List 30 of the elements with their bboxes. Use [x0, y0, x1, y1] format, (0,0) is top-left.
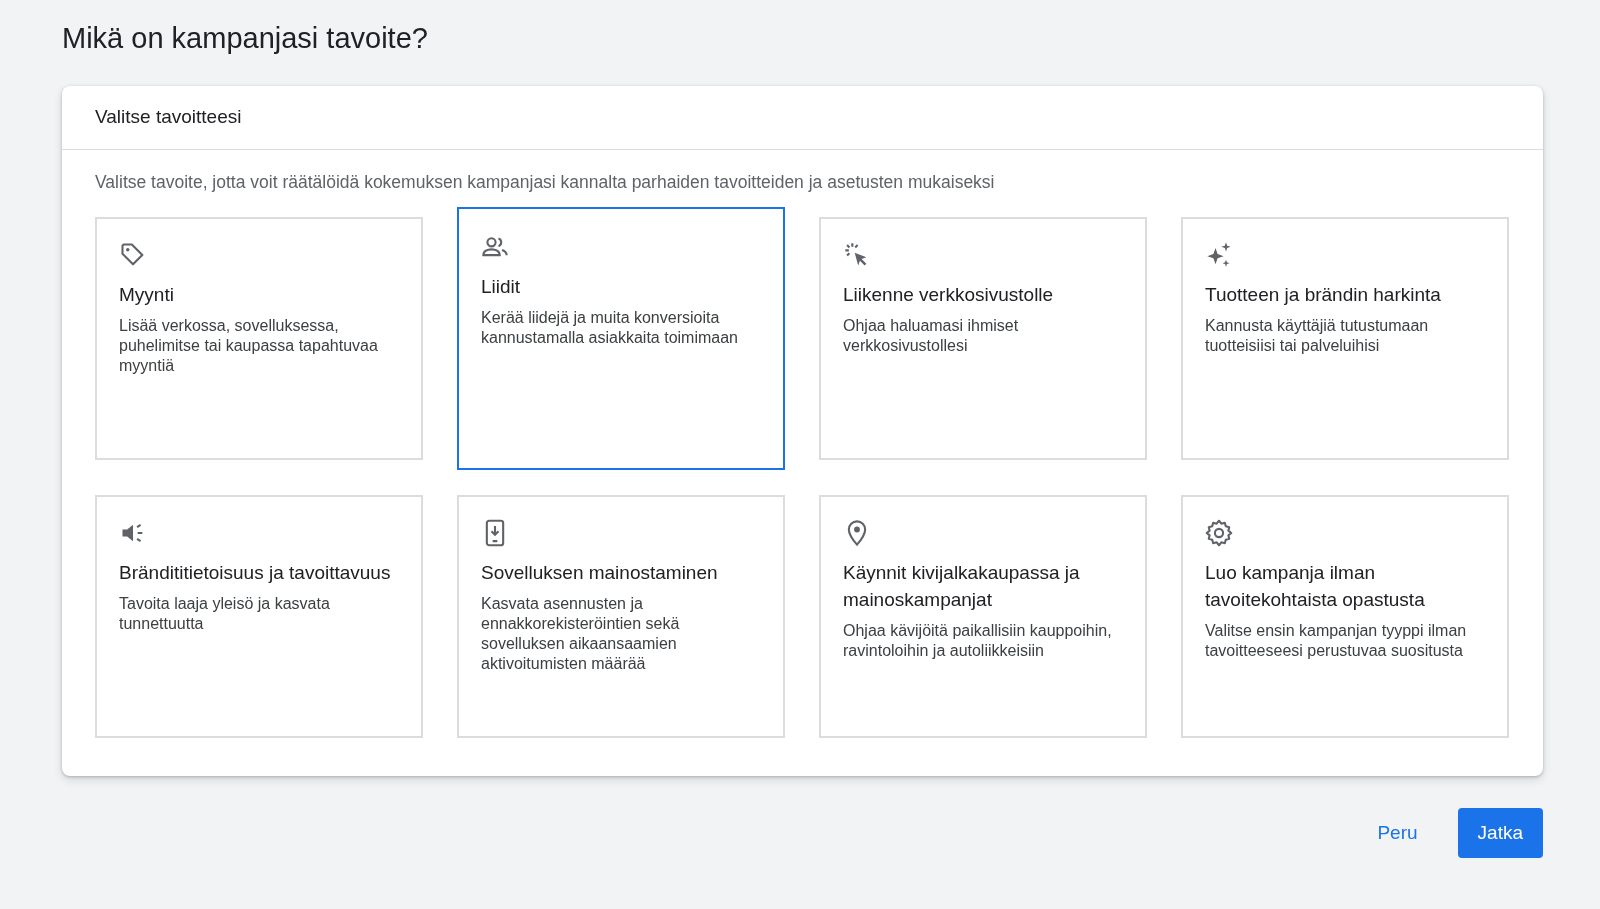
continue-button[interactable]: Jatka: [1457, 808, 1543, 858]
goal-description: Ohjaa kävijöitä paikallisiin kauppoihin, ravintoloihin ja autoliikkeisiin: [843, 621, 1113, 661]
goal-title: Liidit: [481, 275, 522, 299]
goal-description: Tavoita laaja yleisö ja kasvata tunnettuutta: [119, 594, 331, 634]
goal-title: Käynnit kivijalkakaupassa ja mainoskampanjat: [843, 561, 1081, 612]
goal-title: Brändititietoisuus ja tavoittavuus: [119, 561, 392, 585]
goal-title: Liikenne verkkosivustolle: [843, 283, 1055, 307]
cancel-button[interactable]: Peru: [1361, 812, 1434, 854]
goal-card[interactable]: Liidit Kerää liidejä ja muita konversioita kannustamalla asiakkaita toimimaan: [457, 207, 785, 470]
goal-description: Lisää verkossa, sovelluksessa, puhelimitse tai kaupassa tapahtuvaa myyntiä: [119, 316, 379, 376]
panel-description: Valitse tavoite, jotta voit räätälöidä kokemuksen kampanjasi kannalta parhaiden tavoitteiden ja asetusten mukaiseksi: [95, 172, 996, 193]
goal-title: Sovelluksen mainostaminen: [481, 561, 719, 585]
goal-card[interactable]: Brändititietoisuus ja tavoittavuus Tavoita laaja yleisö ja kasvata tunnettuutta: [95, 495, 423, 738]
page-title: Mikä on kampanjasi tavoite?: [62, 21, 429, 56]
goal-card[interactable]: Tuotteen ja brändin harkinta Kannusta käyttäjiä tutustumaan tuotteisiisi tai palveluihisi: [1181, 217, 1509, 460]
settings-icon: [1205, 519, 1233, 547]
goal-description: Kerää liidejä ja muita konversioita kannustamalla asiakkaita toimimaan: [481, 308, 739, 348]
goal-card[interactable]: Myynti Lisää verkossa, sovelluksessa, puhelimitse tai kaupassa tapahtuvaa myyntiä: [95, 217, 423, 460]
goal-title: Tuotteen ja brändin harkinta: [1205, 283, 1442, 307]
goal-description: Ohjaa haluamasi ihmiset verkkosivustollesi: [843, 316, 1020, 356]
goal-title: Luo kampanja ilman tavoitekohtaista opastusta: [1205, 561, 1426, 612]
goal-title: Myynti: [119, 283, 175, 307]
goal-card[interactable]: Liikenne verkkosivustolle Ohjaa haluamasi ihmiset verkkosivustollesi: [819, 217, 1147, 460]
goal-description: Valitse ensin kampanjan tyyppi ilman tavoitteeseesi perustuvaa suositusta: [1205, 621, 1468, 661]
panel-heading: Valitse tavoitteesi: [62, 86, 1543, 150]
goal-card[interactable]: Sovelluksen mainostaminen Kasvata asennusten ja ennakkorekisteröintien sekä sovelluksen aikaansaamien aktivoitumisten määrää: [457, 495, 785, 738]
goal-card[interactable]: Luo kampanja ilman tavoitekohtaista opastusta Valitse ensin kampanjan tyyppi ilman tavoitteeseesi perustuvaa suositusta: [1181, 495, 1509, 738]
goal-card[interactable]: Käynnit kivijalkakaupassa ja mainoskampanjat Ohjaa kävijöitä paikallisiin kauppoihin, ravintoloihin ja autoliikkeisiin: [819, 495, 1147, 738]
goal-description: Kannusta käyttäjiä tutustumaan tuotteisiisi tai palveluihisi: [1205, 316, 1430, 356]
goal-description: Kasvata asennusten ja ennakkorekisteröintien sekä sovelluksen aikaansaamien aktivoitumisten määrää: [481, 594, 681, 674]
